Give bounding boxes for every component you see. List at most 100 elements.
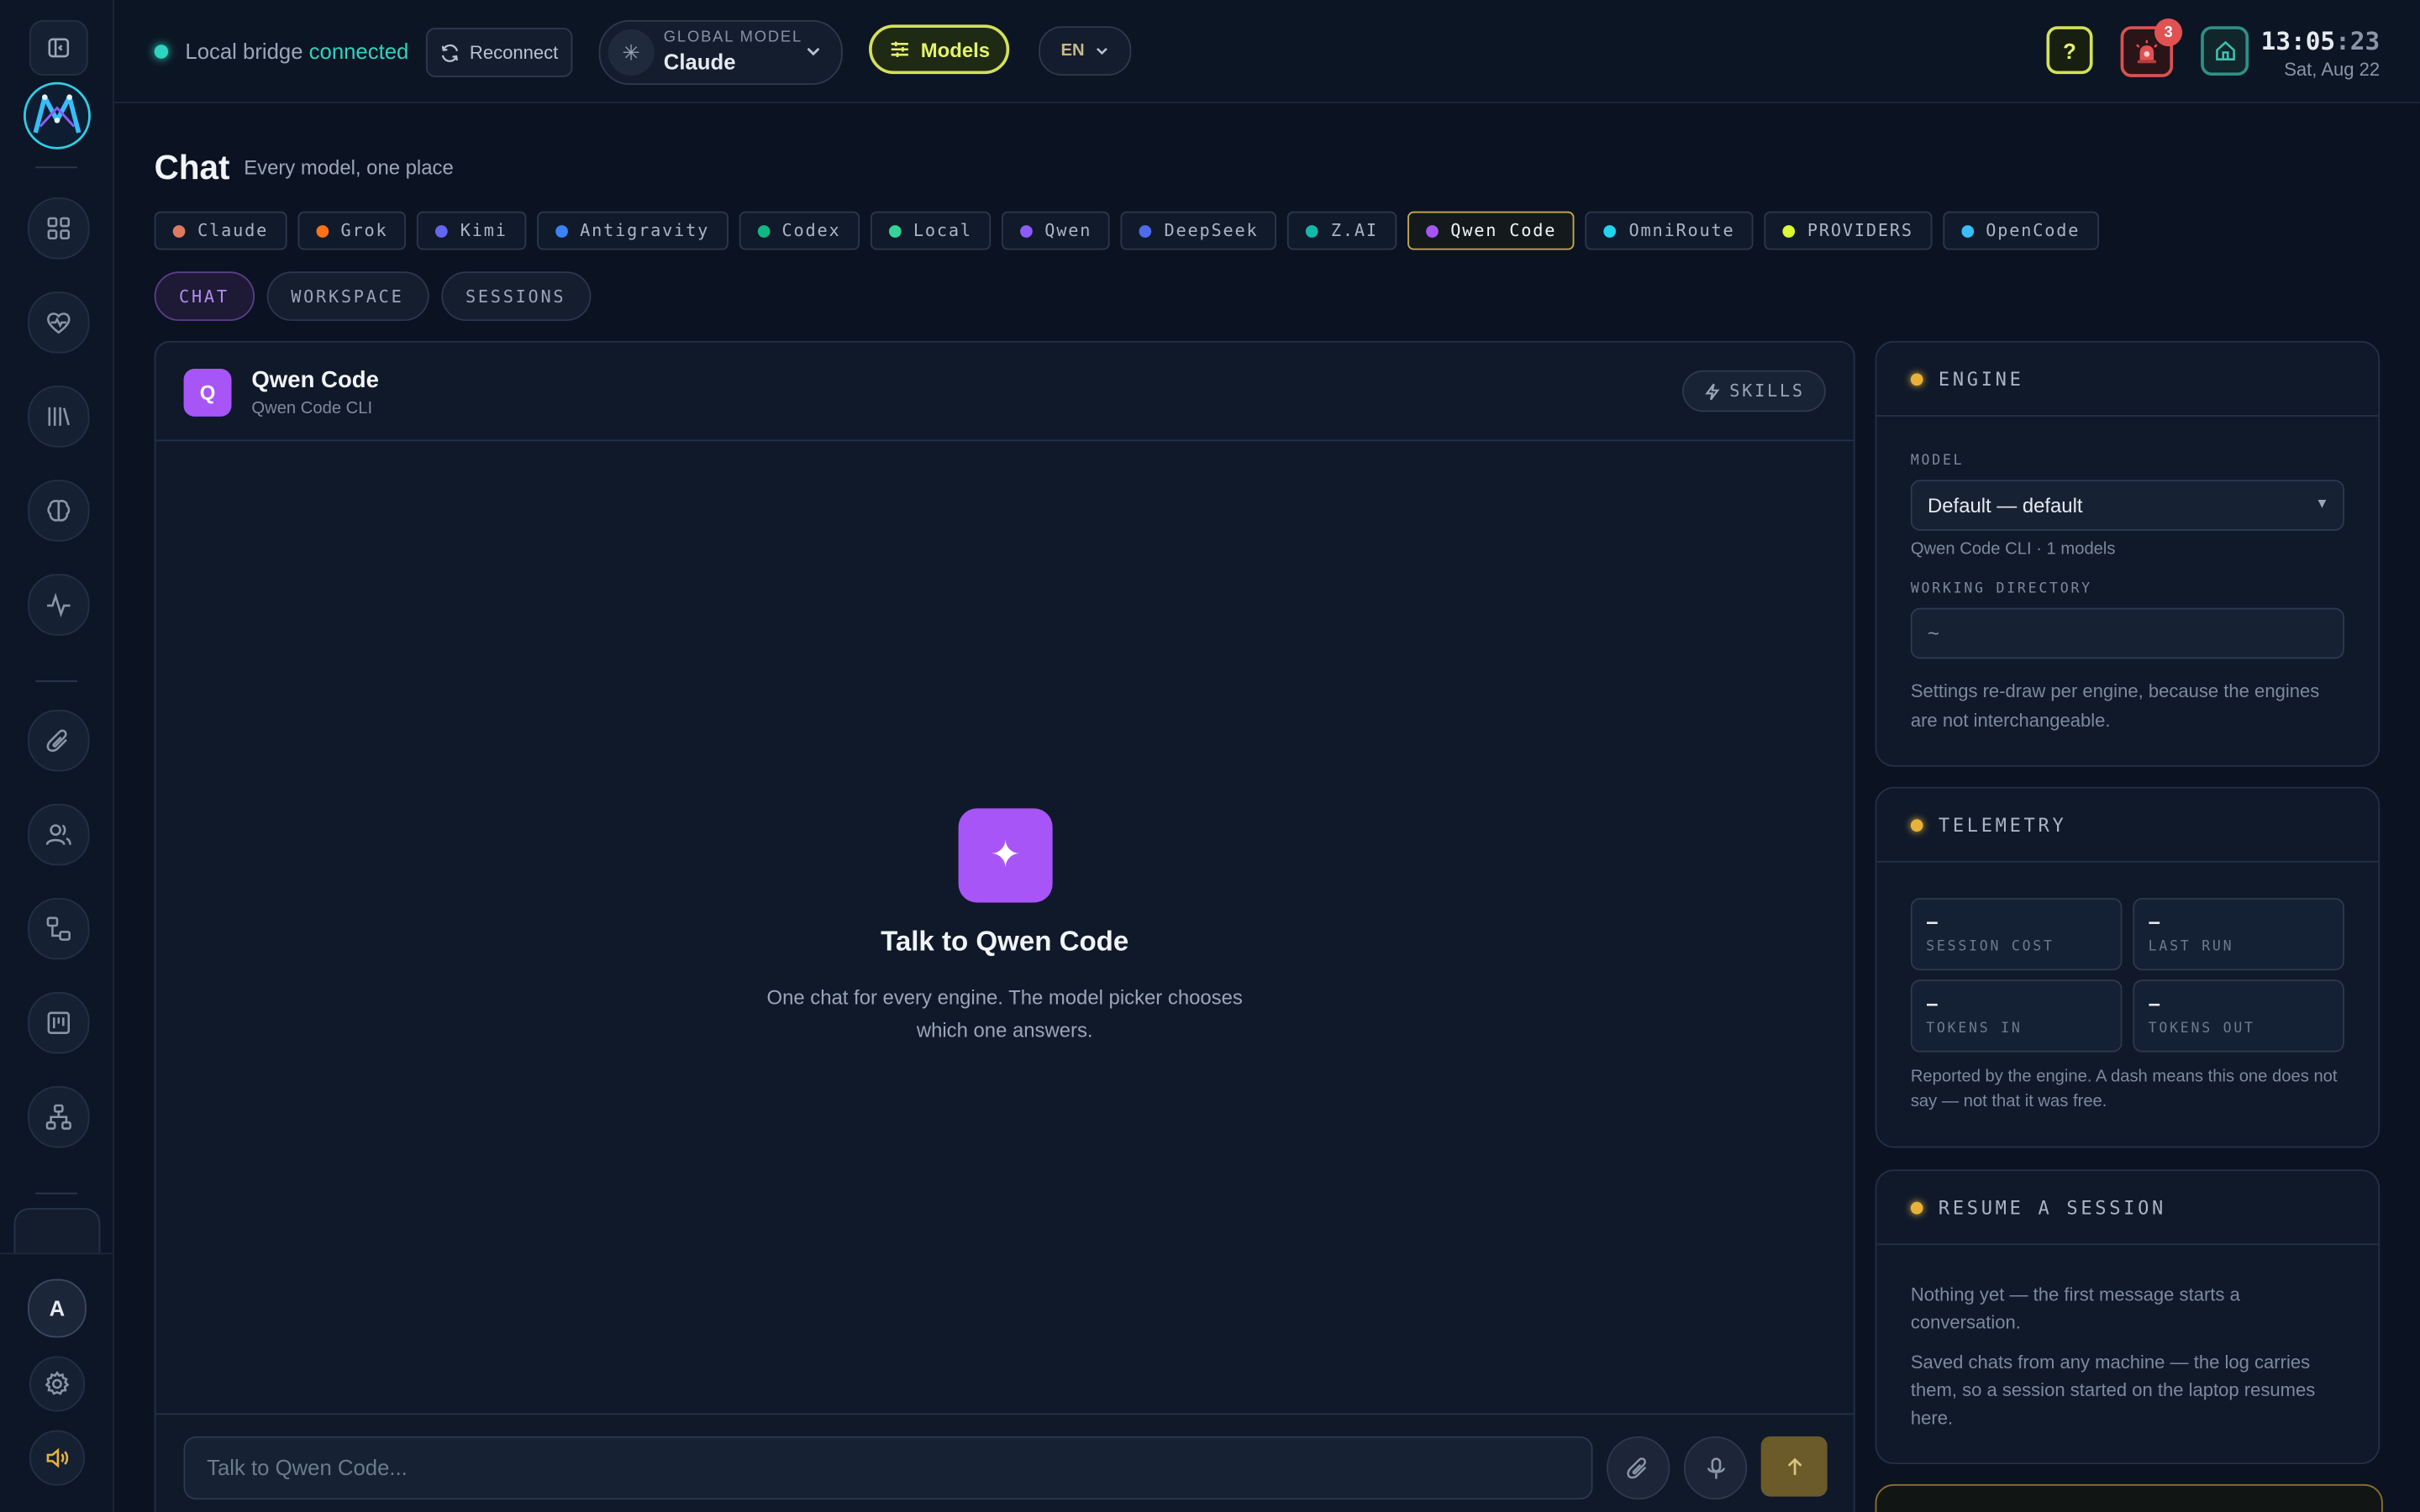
- engine-color-dot: [555, 224, 568, 237]
- sidebar-item-brain[interactable]: [28, 480, 90, 542]
- engine-color-dot: [757, 224, 770, 237]
- stat-label: TOKENS OUT: [2148, 1021, 2255, 1037]
- users-icon: [45, 824, 71, 846]
- workflow-icon: [46, 916, 71, 941]
- lightning-icon: [1704, 382, 1719, 400]
- engine-avatar: Q: [183, 368, 232, 417]
- engine-subtitle: Qwen Code CLI: [251, 399, 373, 418]
- connection-status: Local bridge connected: [185, 39, 408, 63]
- engine-chip-label: DeepSeek: [1164, 220, 1259, 241]
- engine-chip-local[interactable]: Local: [870, 211, 991, 250]
- working-directory-label: WORKING DIRECTORY: [1910, 581, 2092, 597]
- language-selector[interactable]: EN: [1039, 26, 1132, 76]
- sidebar-item-dashboard[interactable]: [28, 197, 90, 260]
- sound-button[interactable]: [29, 1430, 86, 1486]
- empty-state-text: One chat for every engine. The model pic…: [766, 985, 1243, 1042]
- engine-name: Qwen Code: [251, 367, 379, 394]
- page-title: Chat: [154, 148, 230, 187]
- stat-session-cost: – SESSION COST: [1910, 897, 2123, 971]
- engine-chip-claude[interactable]: Claude: [154, 211, 287, 250]
- telemetry-note: Reported by the engine. A dash means thi…: [1910, 1067, 2338, 1111]
- connection-status-dot: [154, 45, 169, 59]
- status-dot: [1910, 1200, 1923, 1214]
- avatar[interactable]: A: [28, 1278, 87, 1338]
- engine-color-dot: [1782, 224, 1796, 237]
- brain-icon: [47, 500, 71, 522]
- sidebar-item-team[interactable]: [28, 803, 90, 866]
- sidebar-item-hierarchy[interactable]: [28, 1086, 90, 1148]
- paperclip-icon: [46, 729, 67, 752]
- sidebar-divider: [35, 166, 77, 169]
- chevron-down-icon: [807, 47, 820, 56]
- engine-chip-z-ai[interactable]: Z.AI: [1287, 211, 1397, 250]
- settings-button[interactable]: [29, 1356, 86, 1412]
- attach-button[interactable]: [1607, 1436, 1670, 1500]
- engine-chip-codex[interactable]: Codex: [739, 211, 860, 250]
- sidebar-divider: [35, 1192, 77, 1194]
- engine-chip-providers[interactable]: PROVIDERS: [1764, 211, 1932, 250]
- stat-value: –: [2148, 990, 2161, 1016]
- reconnect-button[interactable]: Reconnect: [425, 28, 573, 77]
- engine-chip-label: Grok: [340, 220, 388, 241]
- stat-tokens-in: – TOKENS IN: [1910, 979, 2123, 1053]
- chat-header: Q Qwen Code Qwen Code CLI SKILLS: [155, 343, 1854, 442]
- sidebar-item-attachments[interactable]: [28, 709, 90, 772]
- engine-chip-opencode[interactable]: OpenCode: [1942, 211, 2099, 250]
- engine-color-dot: [1306, 224, 1319, 237]
- microphone-button[interactable]: [1683, 1436, 1748, 1500]
- skills-button[interactable]: SKILLS: [1682, 370, 1826, 412]
- refresh-icon: [442, 43, 459, 61]
- next-card: [1875, 1483, 2383, 1512]
- engine-chip-label: OpenCode: [1986, 220, 2081, 241]
- library-icon: [48, 407, 70, 426]
- language-value: EN: [1060, 41, 1085, 60]
- stat-value: –: [1926, 908, 1939, 934]
- message-input[interactable]: Talk to Qwen Code...: [183, 1436, 1593, 1500]
- engine-color-dot: [1019, 224, 1033, 237]
- engine-color-dot: [1425, 224, 1439, 237]
- tab-workspace[interactable]: WORKSPACE: [266, 271, 429, 322]
- engine-chip-grok[interactable]: Grok: [297, 211, 407, 250]
- engine-chip-omniroute[interactable]: OmniRoute: [1586, 211, 1754, 250]
- tab-chat[interactable]: CHAT: [154, 271, 255, 322]
- help-button[interactable]: ?: [2046, 26, 2093, 75]
- models-button[interactable]: Models: [869, 24, 1010, 75]
- chevron-down-icon: [1096, 47, 1107, 55]
- clock: 13:05:23 Sat, Aug 22: [2261, 26, 2381, 80]
- connection-status-state: connected: [308, 38, 409, 64]
- engine-color-dot: [316, 224, 329, 237]
- sidebar-item-workflows[interactable]: [28, 897, 90, 960]
- telemetry-card: TELEMETRY – SESSION COST – LAST RUN – TO…: [1875, 786, 2381, 1148]
- engine-chip-label: Qwen Code: [1450, 220, 1557, 241]
- engine-color-dot: [888, 224, 902, 237]
- sidebar-item-health[interactable]: [28, 291, 90, 354]
- tab-sessions[interactable]: SESSIONS: [440, 271, 591, 322]
- engine-chip-qwen[interactable]: Qwen: [1001, 211, 1111, 250]
- arrow-up-icon: [1786, 1457, 1802, 1474]
- engine-card: ENGINE MODEL Default — default ▼ Qwen Co…: [1875, 340, 2381, 767]
- stat-value: –: [1926, 990, 1939, 1016]
- activity-icon: [47, 592, 71, 618]
- global-model-selector[interactable]: ✳ GLOBAL MODEL Claude: [598, 19, 843, 86]
- engine-chip-label: Antigravity: [580, 220, 710, 241]
- home-button[interactable]: [2201, 26, 2249, 76]
- engine-chip-kimi[interactable]: Kimi: [417, 211, 526, 250]
- engine-chip-label: Kimi: [460, 220, 508, 241]
- working-directory-input[interactable]: ~: [1910, 607, 2344, 659]
- sidebar-item-library[interactable]: [28, 386, 90, 448]
- engine-color-dot: [1960, 224, 1974, 237]
- microphone-icon: [1707, 1457, 1724, 1478]
- engine-color-dot: [1139, 224, 1152, 237]
- sidebar-item-board[interactable]: [28, 991, 90, 1054]
- toggle-sidebar-button[interactable]: [29, 19, 88, 76]
- engine-chip-antigravity[interactable]: Antigravity: [536, 211, 729, 250]
- resume-info-text: Saved chats from any machine — the log c…: [1910, 1351, 2316, 1429]
- engine-chip-qwen-code[interactable]: Qwen Code: [1407, 211, 1576, 250]
- model-select[interactable]: Default — default ▼: [1910, 480, 2344, 531]
- send-button[interactable]: [1760, 1436, 1828, 1497]
- engine-chip-deepseek[interactable]: DeepSeek: [1121, 211, 1277, 250]
- global-model-label: GLOBAL MODEL: [663, 29, 803, 47]
- stat-last-run: – LAST RUN: [2133, 897, 2344, 971]
- sidebar-item-activity[interactable]: [28, 574, 90, 636]
- resume-empty-text: Nothing yet — the first message starts a…: [1910, 1284, 2240, 1333]
